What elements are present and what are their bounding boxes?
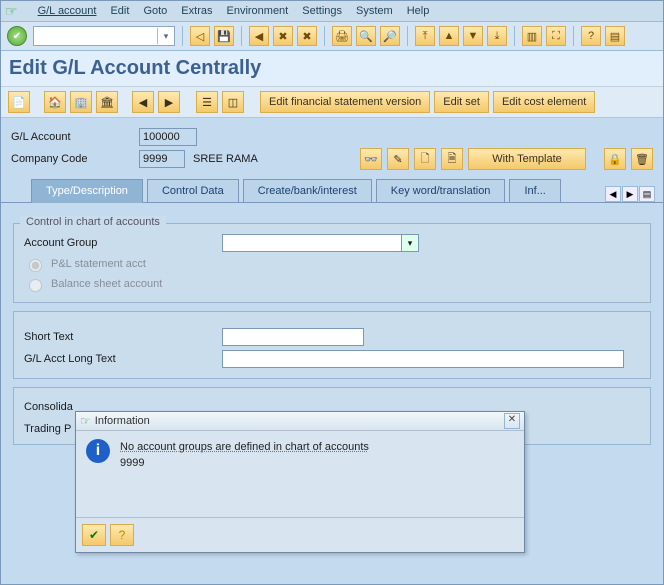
sap-logo-icon: ☞	[5, 3, 18, 20]
save-button[interactable]: 💾	[214, 26, 234, 46]
exit-button[interactable]: ✖	[273, 26, 293, 46]
cancel-button[interactable]: ✖	[297, 26, 317, 46]
tab-create-bank-interest[interactable]: Create/bank/interest	[243, 179, 372, 202]
menu-environment[interactable]: Environment	[226, 5, 288, 17]
menu-edit[interactable]: Edit	[110, 5, 129, 17]
menu-extras[interactable]: Extras	[181, 5, 212, 17]
menu-gl-account[interactable]: G/L account	[38, 5, 97, 17]
command-dropdown-icon[interactable]: ▾	[157, 28, 174, 44]
tab-info[interactable]: Inf...	[509, 179, 560, 202]
gl-account-field[interactable]: 100000	[139, 128, 197, 146]
last-page-button[interactable]: ⤓	[487, 26, 507, 46]
next-record-button[interactable]: ▶	[158, 91, 180, 113]
find-button[interactable]: 🔍	[356, 26, 376, 46]
short-text-label: Short Text	[24, 331, 214, 343]
trading-partner-label: Trading P	[24, 423, 71, 435]
dialog-close-button[interactable]: ✕	[504, 413, 520, 429]
company-code-field[interactable]: 9999	[139, 150, 185, 168]
group1-title: Control in chart of accounts	[20, 216, 166, 228]
tab-strip: Type/Description Control Data Create/ban…	[1, 176, 663, 203]
dropdown-icon[interactable]: ▾	[401, 235, 418, 251]
new-session-button[interactable]: ▥	[522, 26, 542, 46]
display-button[interactable]: 📄	[8, 91, 30, 113]
nav-back-button[interactable]: ◀	[249, 26, 269, 46]
dialog-icon: ☞	[80, 414, 91, 428]
with-template-button[interactable]: With Template	[468, 148, 586, 170]
tab-keyword-translation[interactable]: Key word/translation	[376, 179, 506, 202]
menu-system[interactable]: System	[356, 5, 393, 17]
prev-record-button[interactable]: ◀	[132, 91, 154, 113]
help-button[interactable]: ?	[581, 26, 601, 46]
gl-account-label: G/L Account	[11, 131, 131, 143]
page-title: Edit G/L Account Centrally	[1, 51, 663, 87]
glasses-button[interactable]: 👓	[360, 148, 382, 170]
create-button[interactable]: 🗋	[414, 148, 436, 170]
company-code-name: SREE RAMA	[193, 153, 258, 165]
group-control-chart-accounts: Control in chart of accounts Account Gro…	[13, 223, 651, 303]
account-group-dropdown[interactable]: ▾	[222, 234, 419, 252]
nav-button-3[interactable]: 🏛	[96, 91, 118, 113]
copy-button[interactable]: 🗎	[441, 148, 463, 170]
enter-button[interactable]: ✔	[7, 26, 27, 46]
nav-button-1[interactable]: 🏠	[44, 91, 66, 113]
prev-page-button[interactable]: ▲	[439, 26, 459, 46]
edit-set-button[interactable]: Edit set	[434, 91, 489, 113]
shortcut-button[interactable]: ⛶	[546, 26, 566, 46]
tab-scroll-right-button[interactable]: ▶	[622, 186, 638, 202]
tab-list-button[interactable]: ▤	[639, 186, 655, 202]
pencil-button[interactable]: ✎	[387, 148, 409, 170]
menu-settings[interactable]: Settings	[302, 5, 342, 17]
dialog-help-button[interactable]: ?	[110, 524, 134, 546]
information-dialog: ☞ Information ✕ i No account groups are …	[75, 411, 525, 553]
short-text-input[interactable]	[222, 328, 364, 346]
pl-statement-radio[interactable]: P&L statement acct	[24, 254, 640, 274]
dialog-titlebar[interactable]: ☞ Information ✕	[76, 412, 524, 431]
command-field[interactable]: ▾	[33, 26, 175, 46]
overview-button[interactable]: ☰	[196, 91, 218, 113]
next-page-button[interactable]: ▼	[463, 26, 483, 46]
menubar: ☞ G/L account Edit Goto Extras Environme…	[1, 1, 663, 22]
info-icon: i	[86, 439, 110, 463]
bs-radio-input[interactable]	[29, 279, 42, 292]
layout-button[interactable]: ▤	[605, 26, 625, 46]
nav-button-2[interactable]: 🏢	[70, 91, 92, 113]
back-button[interactable]: ◁	[190, 26, 210, 46]
menu-goto[interactable]: Goto	[143, 5, 167, 17]
edit-cost-element-button[interactable]: Edit cost element	[493, 91, 595, 113]
account-group-label: Account Group	[24, 237, 214, 249]
consolidation-label: Consolida	[24, 401, 73, 413]
lock-button[interactable]: 🔒	[604, 148, 626, 170]
delete-button[interactable]: 🗑	[631, 148, 653, 170]
first-page-button[interactable]: ⤒	[415, 26, 435, 46]
tab-scroll-left-button[interactable]: ◀	[605, 186, 621, 202]
standard-toolbar: ✔ ▾ ◁ 💾 ◀ ✖ ✖ 🖨 🔍 🔎 ⤒ ▲ ▼ ⤓ ▥ ⛶ ? ▤	[1, 22, 663, 51]
company-code-label: Company Code	[11, 153, 131, 165]
dialog-ok-button[interactable]: ✔	[82, 524, 106, 546]
find-next-button[interactable]: 🔎	[380, 26, 400, 46]
long-text-input[interactable]	[222, 350, 624, 368]
balance-sheet-radio[interactable]: Balance sheet account	[24, 274, 640, 294]
group-texts: Short Text G/L Acct Long Text	[13, 311, 651, 379]
tab-type-description[interactable]: Type/Description	[31, 179, 143, 203]
header-area: G/L Account 100000 Company Code 9999 SRE…	[1, 118, 663, 176]
pl-radio-input[interactable]	[29, 259, 42, 272]
print-button[interactable]: 🖨	[332, 26, 352, 46]
dialog-message: No account groups are defined in chart o…	[120, 439, 369, 509]
dialog-title: Information	[95, 415, 150, 427]
menu-help[interactable]: Help	[407, 5, 430, 17]
application-toolbar: 📄 🏠 🏢 🏛 ◀ ▶ ☰ ◫ Edit financial statement…	[1, 87, 663, 118]
long-text-label: G/L Acct Long Text	[24, 353, 214, 365]
tab-control-data[interactable]: Control Data	[147, 179, 239, 202]
edit-financial-statement-button[interactable]: Edit financial statement version	[260, 91, 430, 113]
hierarchy-button[interactable]: ◫	[222, 91, 244, 113]
